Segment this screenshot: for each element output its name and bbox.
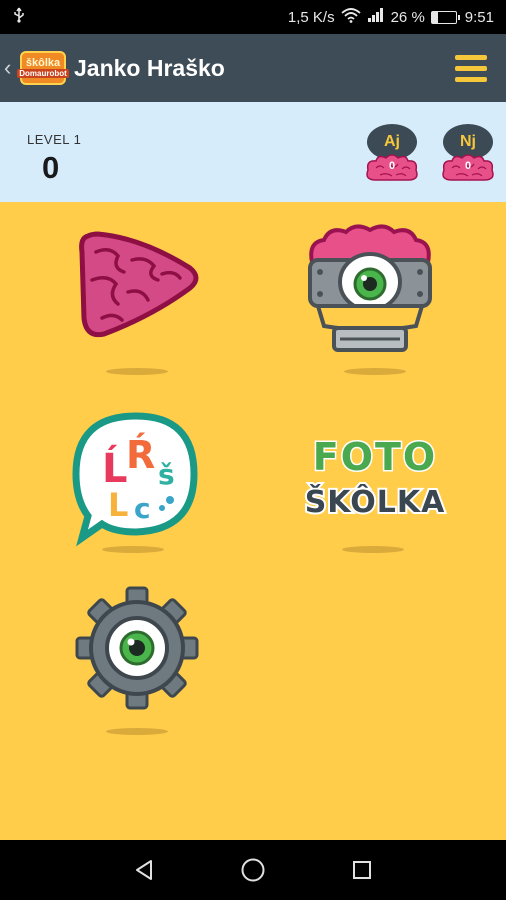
tile-shadow — [106, 728, 168, 735]
hamburger-menu-icon[interactable] — [436, 34, 506, 102]
status-bar: 1,5 K/s 26 % 9:51 — [0, 0, 506, 34]
network-speed: 1,5 K/s — [287, 8, 335, 26]
letters-tile[interactable]: Ĺ Ŕ L c š — [62, 412, 212, 572]
recents-square-icon[interactable] — [342, 850, 382, 890]
tile-shadow — [102, 546, 164, 553]
level-panel: LEVEL 1 0 Aj 0 Nj 0 — [0, 102, 506, 202]
user-name: Janko Hraško — [74, 54, 225, 81]
wifi-icon — [340, 7, 361, 27]
clock: 9:51 — [464, 8, 494, 26]
logo-line2: Domaurobot — [17, 69, 69, 78]
letters-speech-bubble-icon: Ĺ Ŕ L c š — [72, 412, 198, 547]
letter-glyph: Ŕ — [126, 433, 155, 477]
tile-shadow — [342, 546, 404, 553]
play-tile[interactable] — [62, 222, 212, 382]
app-bar: ‹ škôlka Domaurobot Janko Hraško — [0, 34, 506, 102]
home-circle-icon[interactable] — [233, 850, 273, 890]
foto-skolka-tile[interactable]: FOTO ŠKÔLKA — [300, 412, 450, 572]
app-logo[interactable]: škôlka Domaurobot — [17, 51, 69, 85]
back-chevron-icon[interactable]: ‹ — [4, 55, 18, 81]
robot-tile[interactable] — [300, 222, 450, 382]
foto-word: FOTO — [313, 435, 438, 479]
back-triangle-icon[interactable] — [124, 850, 164, 890]
tile-shadow — [344, 368, 406, 375]
usb-icon — [12, 7, 26, 27]
language-count: 0 — [464, 160, 472, 172]
level-label: LEVEL 1 — [27, 132, 82, 147]
navigation-bar — [0, 840, 506, 900]
foto-skolka-logo: FOTO ŠKÔLKA — [303, 434, 447, 523]
language-count: 0 — [388, 160, 396, 172]
battery-percent: 26 % — [390, 8, 425, 26]
brain-play-icon — [79, 231, 199, 338]
level-value: 0 — [42, 150, 60, 185]
main-menu-grid: Ĺ Ŕ L c š FOTO ŠKÔLKA — [0, 202, 506, 840]
skolka-word: ŠKÔLKA — [305, 483, 446, 520]
signal-icon — [367, 8, 385, 26]
letter-glyph: Ĺ — [102, 444, 128, 492]
letter-glyph: c — [134, 492, 151, 525]
logo-line1: škôlka — [25, 57, 61, 69]
letter-glyph: š — [158, 458, 175, 491]
language-badge-aj[interactable]: Aj 0 — [364, 120, 422, 186]
robot-monster-icon — [308, 224, 432, 352]
language-badge-nj[interactable]: Nj 0 — [440, 120, 498, 186]
settings-gear-eye-icon — [75, 586, 199, 710]
letter-glyph: L — [108, 486, 128, 524]
settings-tile[interactable] — [62, 586, 212, 746]
tile-shadow — [106, 368, 168, 375]
battery-icon — [430, 10, 460, 24]
